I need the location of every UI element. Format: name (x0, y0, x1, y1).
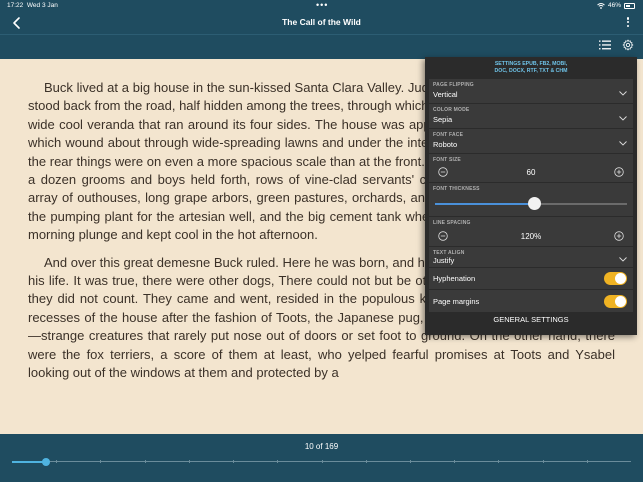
battery-percent: 46% (607, 2, 621, 9)
page-margins-label: Page margins (433, 297, 480, 306)
gear-icon[interactable] (622, 39, 634, 51)
wifi-icon (597, 2, 605, 9)
status-bar: 17:22 Wed 3 Jan ••• 46% (0, 0, 643, 12)
line-spacing-value: 120% (520, 232, 542, 241)
progress-thumb[interactable] (42, 457, 51, 466)
progress-tick (365, 460, 367, 463)
toggle-knob (615, 273, 626, 284)
color-mode-label: COLOR MODE (433, 107, 470, 113)
progress-tick (409, 460, 411, 463)
chevron-down-icon (619, 91, 627, 96)
increase-line-spacing-button[interactable] (614, 231, 624, 241)
page-flipping-value: Vertical (433, 90, 458, 99)
font-face-select[interactable]: FONT FACE Roboto (429, 129, 633, 154)
progress-tick (498, 460, 500, 463)
page-margins-row: Page margins (429, 290, 633, 313)
settings-header: SETTINGS EPUB, FB2, MOBI, DOC, DOCX, RTF… (425, 57, 637, 79)
progress-tick (321, 460, 323, 463)
status-time: 17:22 Wed 3 Jan (7, 2, 58, 9)
page-indicator: 10 of 169 (304, 442, 339, 451)
progress-fill (12, 461, 47, 463)
hyphenation-toggle[interactable] (604, 272, 627, 285)
increase-font-size-button[interactable] (614, 167, 624, 177)
settings-header-line: DOC, DOCX, RTF, TXT & CHM (494, 67, 568, 74)
text-align-select[interactable]: TEXT ALIGN Justify (429, 247, 633, 268)
hyphenation-label: Hyphenation (433, 274, 476, 283)
line-spacing-stepper: LINE SPACING 120% (429, 217, 633, 247)
chevron-down-icon (619, 141, 627, 146)
progress-tick (454, 460, 456, 463)
font-size-label: FONT SIZE (433, 157, 461, 163)
status-right: 46% (597, 2, 635, 9)
progress-tick (188, 460, 190, 463)
progress-tick (277, 460, 279, 463)
top-bar: 17:22 Wed 3 Jan ••• 46% The Call of the … (0, 0, 643, 59)
status-date: Wed 3 Jan (26, 2, 58, 9)
color-mode-select[interactable]: COLOR MODE Sepia (429, 104, 633, 129)
text-align-value: Justify (433, 256, 455, 265)
settings-panel: SETTINGS EPUB, FB2, MOBI, DOC, DOCX, RTF… (425, 57, 637, 335)
book-title: The Call of the Wild (282, 17, 361, 27)
more-dot (626, 20, 630, 24)
progress-tick (586, 460, 588, 463)
progress-tick (233, 460, 235, 463)
more-dot (626, 24, 630, 28)
font-face-label: FONT FACE (433, 132, 464, 138)
settings-header-line: SETTINGS EPUB, FB2, MOBI, (494, 61, 568, 67)
progress-tick (56, 460, 58, 463)
chrome-divider (0, 34, 643, 35)
page-margins-toggle[interactable] (604, 295, 627, 308)
status-clock: 17:22 (7, 2, 24, 9)
progress-tick (144, 460, 146, 463)
chevron-down-icon (619, 116, 627, 121)
battery-icon (624, 2, 635, 9)
table-of-contents-button[interactable] (599, 40, 611, 50)
page-flipping-select[interactable]: PAGE FLIPPING Vertical (429, 79, 633, 104)
font-thickness-control: FONT THICKNESS (429, 183, 633, 217)
color-mode-value: Sepia (433, 115, 453, 124)
progress-tick (100, 460, 102, 463)
page-progress-slider[interactable] (12, 457, 631, 466)
page-flipping-label: PAGE FLIPPING (433, 82, 474, 88)
chevron-down-icon (619, 257, 627, 262)
multitasking-dots-icon[interactable]: ••• (316, 0, 328, 10)
more-vertical-icon (626, 17, 630, 20)
more-options-button[interactable] (625, 16, 631, 30)
font-thickness-slider[interactable] (435, 197, 627, 210)
font-size-stepper: FONT SIZE 60 (429, 154, 633, 183)
font-thickness-label: FONT THICKNESS (433, 186, 480, 192)
hyphenation-row: Hyphenation (429, 268, 633, 290)
toggle-knob (615, 296, 626, 307)
line-spacing-label: LINE SPACING (433, 220, 471, 226)
general-settings-button[interactable]: GENERAL SETTINGS (425, 315, 637, 324)
progress-tick (542, 460, 544, 463)
slider-thumb[interactable] (528, 197, 542, 210)
font-face-value: Roboto (433, 140, 458, 149)
font-size-value: 60 (526, 168, 536, 177)
bottom-bar: 10 of 169 (0, 434, 643, 482)
slider-fill (435, 203, 535, 205)
